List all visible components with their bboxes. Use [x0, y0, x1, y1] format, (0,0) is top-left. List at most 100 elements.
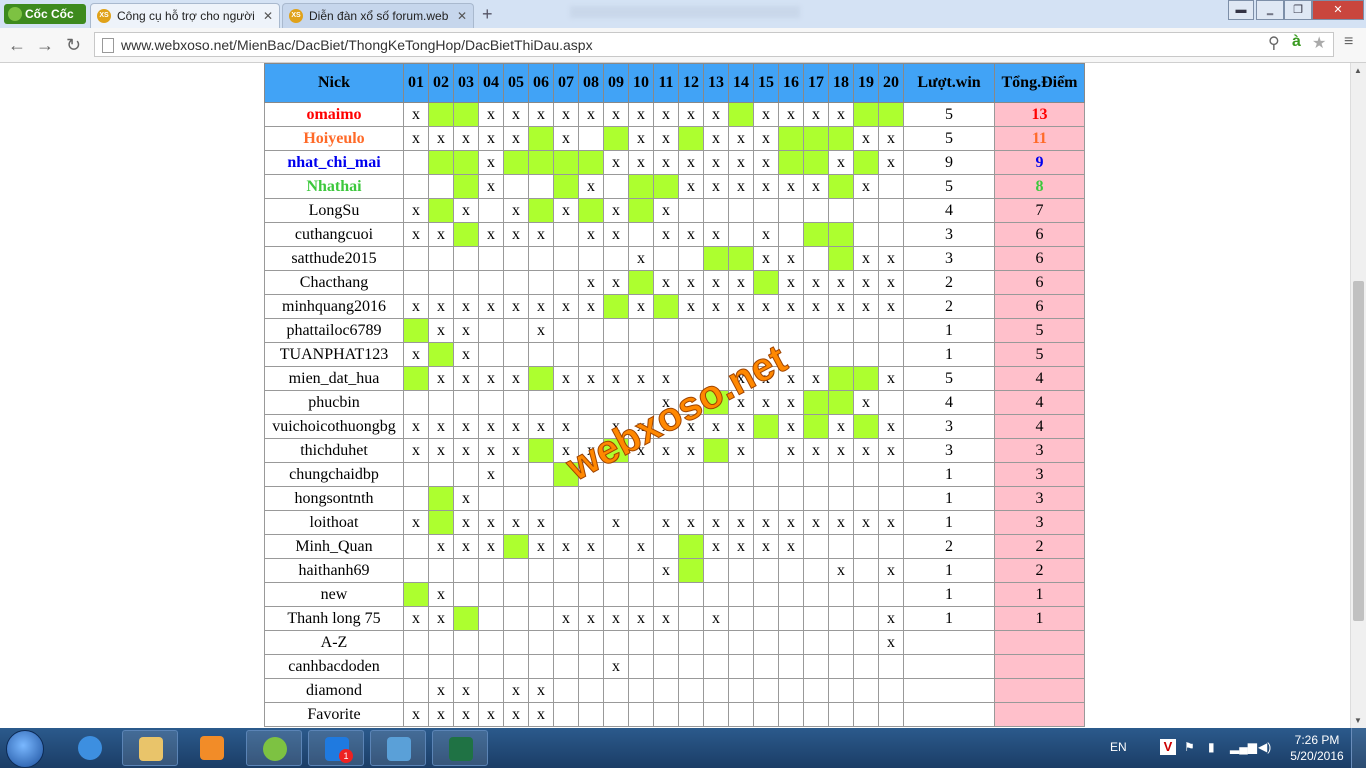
coccoc-logo-icon: [8, 7, 22, 21]
nick-cell[interactable]: Minh_Quan: [264, 534, 404, 559]
nick-cell[interactable]: Favorite: [264, 702, 404, 727]
nick-cell[interactable]: A-Z: [264, 630, 404, 655]
nick-cell[interactable]: chungchaidbp: [264, 462, 404, 487]
minimize-button[interactable]: ‗: [1256, 0, 1284, 20]
taskbar-coccoc[interactable]: [246, 730, 302, 766]
nick-cell[interactable]: diamond: [264, 678, 404, 703]
nick-cell[interactable]: vuichoicothuongbg: [264, 414, 404, 439]
taskbar-zalo[interactable]: 1: [308, 730, 364, 766]
vertical-scrollbar[interactable]: ▲ ▼: [1350, 63, 1366, 728]
day-cell: x: [728, 174, 754, 199]
day-cell: x: [553, 534, 579, 559]
antivirus-icon[interactable]: V: [1160, 739, 1176, 755]
forward-icon[interactable]: →: [36, 33, 54, 57]
day-cell: x: [603, 510, 629, 535]
nick-cell[interactable]: minhquang2016: [264, 294, 404, 319]
nick-cell[interactable]: hongsontnth: [264, 486, 404, 511]
day-cell: [803, 462, 829, 487]
bookmark-star-icon[interactable]: ★: [1312, 33, 1326, 53]
menu-icon[interactable]: ▬: [1228, 0, 1254, 20]
nick-cell[interactable]: satthude2015: [264, 246, 404, 271]
volume-icon[interactable]: ◀): [1258, 740, 1271, 754]
language-indicator[interactable]: EN: [1110, 740, 1127, 754]
scroll-thumb[interactable]: [1353, 281, 1364, 621]
taskbar-photo[interactable]: [370, 730, 426, 766]
nick-cell[interactable]: thichduhet: [264, 438, 404, 463]
clock-date[interactable]: 5/20/2016: [1286, 749, 1348, 763]
day-cell: [403, 174, 429, 199]
day-cell: x: [553, 198, 579, 223]
nick-cell[interactable]: Nhathai: [264, 174, 404, 199]
day-cell: [653, 246, 679, 271]
tab-inactive[interactable]: XS Diễn đàn xổ số forum.web ✕: [282, 3, 474, 28]
nick-cell[interactable]: cuthangcuoi: [264, 222, 404, 247]
day-cell: [578, 582, 604, 607]
day-cell: [753, 606, 779, 631]
day-cell: [878, 678, 904, 703]
day-cell: [528, 462, 554, 487]
close-tab-icon[interactable]: ✕: [263, 4, 273, 28]
day-cell: x: [753, 294, 779, 319]
nick-cell[interactable]: haithanh69: [264, 558, 404, 583]
nick-cell[interactable]: canhbacdoden: [264, 654, 404, 679]
nick-cell[interactable]: Hoiyeulo: [264, 126, 404, 151]
day-cell: [778, 582, 804, 607]
day-cell: [778, 678, 804, 703]
scroll-down-icon[interactable]: ▼: [1354, 716, 1362, 725]
tab-active[interactable]: XS Công cụ hỗ trợ cho người ✕: [90, 3, 280, 28]
nick-cell[interactable]: omaimo: [264, 102, 404, 127]
nick-cell[interactable]: LongSu: [264, 198, 404, 223]
day-cell: [678, 462, 704, 487]
nick-cell[interactable]: Chacthang: [264, 270, 404, 295]
day-cell: [628, 222, 654, 247]
maximize-button[interactable]: ❐: [1284, 0, 1312, 20]
nick-cell[interactable]: TUANPHAT123: [264, 342, 404, 367]
nick-cell[interactable]: phucbin: [264, 390, 404, 415]
win-cell: [853, 414, 879, 439]
browser-logo[interactable]: Cốc Cốc: [4, 4, 86, 24]
day-cell: x: [528, 318, 554, 343]
taskbar-excel[interactable]: [432, 730, 488, 766]
clock-time[interactable]: 7:26 PM: [1286, 733, 1348, 747]
stats-table: Nick 01 02 03 04 05 06 07 08 09 10 11 12 13 14 15 16 17 1…: [264, 63, 1085, 727]
close-button[interactable]: ✕: [1312, 0, 1364, 20]
day-cell: [503, 174, 529, 199]
win-cell: [678, 534, 704, 559]
day-cell: x: [478, 102, 504, 127]
day-cell: [578, 510, 604, 535]
day-cell: x: [503, 126, 529, 151]
action-center-icon[interactable]: ⚑: [1184, 740, 1195, 754]
network-icon[interactable]: ▂▄▆: [1230, 740, 1257, 754]
nick-cell[interactable]: mien_dat_hua: [264, 366, 404, 391]
day-cell: x: [428, 414, 454, 439]
nick-cell[interactable]: phattailoc6789: [264, 318, 404, 343]
nick-cell[interactable]: Thanh long 75: [264, 606, 404, 631]
battery-icon[interactable]: ▮: [1208, 740, 1215, 754]
day-cell: [428, 246, 454, 271]
day-cell: [728, 222, 754, 247]
start-button[interactable]: [6, 730, 44, 768]
nick-cell[interactable]: new: [264, 582, 404, 607]
reload-icon[interactable]: ↻: [66, 33, 81, 57]
back-icon[interactable]: ←: [8, 33, 26, 57]
show-desktop-button[interactable]: [1351, 728, 1366, 768]
coccoc-extension-icon[interactable]: à: [1292, 33, 1301, 51]
scroll-up-icon[interactable]: ▲: [1354, 66, 1362, 75]
day-cell: x: [778, 390, 804, 415]
ie-icon: [78, 736, 102, 760]
win-cell: [653, 174, 679, 199]
nick-cell[interactable]: nhat_chi_mai: [264, 150, 404, 175]
settings-menu-icon[interactable]: ≡: [1344, 33, 1353, 51]
close-tab-icon[interactable]: ✕: [457, 4, 467, 28]
day-cell: x: [403, 438, 429, 463]
address-bar[interactable]: www.webxoso.net/MienBac/DacBiet/ThongKeT…: [94, 32, 1334, 57]
taskbar-explorer[interactable]: [122, 730, 178, 766]
day-cell: x: [753, 174, 779, 199]
taskbar-ie[interactable]: [62, 730, 118, 766]
nick-cell[interactable]: loithoat: [264, 510, 404, 535]
zoom-icon[interactable]: ⚲: [1268, 33, 1280, 53]
new-tab-button[interactable]: +: [482, 4, 493, 24]
wins-cell: 1: [903, 558, 995, 583]
day-cell: x: [553, 414, 579, 439]
taskbar-media[interactable]: [184, 730, 240, 766]
